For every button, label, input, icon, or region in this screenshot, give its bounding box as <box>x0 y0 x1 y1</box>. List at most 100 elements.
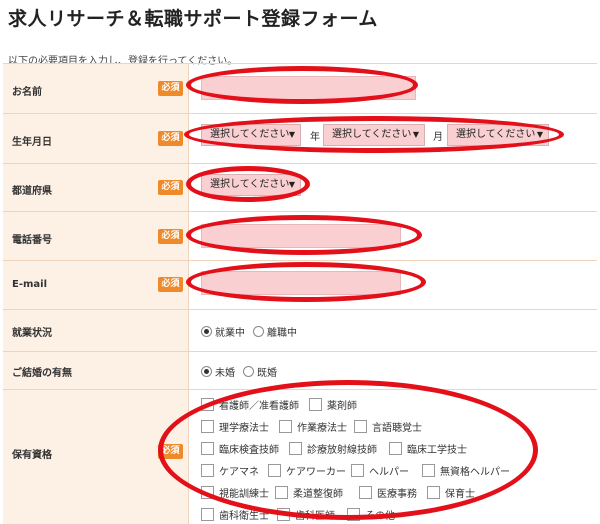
checkbox-label: 言語聴覚士 <box>372 423 422 434</box>
checkbox-label: 理学療法士 <box>219 423 269 434</box>
birth-year-select[interactable]: 選択してください ▼ <box>201 124 301 146</box>
checkbox-speech-therapist[interactable]: 言語聴覚士 <box>354 419 422 434</box>
checkbox-label: 視能訓練士 <box>219 489 269 500</box>
checkbox-occupational-therapist[interactable]: 作業療法士 <box>279 419 347 434</box>
checkbox-other[interactable]: その他 <box>347 507 395 522</box>
label-cell-email: E-mail 必須 <box>3 261 189 309</box>
label-marital: ご結婚の有無 <box>12 368 72 379</box>
checkbox-medical-clerk[interactable]: 医療事務 <box>359 485 417 500</box>
checkbox-label: 無資格ヘルパー <box>440 467 510 478</box>
checkbox-icon <box>389 442 402 455</box>
checkbox-label: 医療事務 <box>377 489 417 500</box>
birth-month-select[interactable]: 選択してください ▼ <box>323 124 425 146</box>
checkbox-physical-therapist[interactable]: 理学療法士 <box>201 419 269 434</box>
checkbox-icon <box>279 420 292 433</box>
label-cell-name: お名前 必須 <box>3 64 189 113</box>
unit-month: 月 <box>433 132 443 143</box>
prefecture-select[interactable]: 選択してください ▼ <box>201 174 301 196</box>
checkbox-label: 保育士 <box>445 489 475 500</box>
checkbox-unlicensed-helper[interactable]: 無資格ヘルパー <box>422 463 510 478</box>
label-name: お名前 <box>12 87 42 98</box>
checkbox-label: 臨床工学技士 <box>407 445 467 456</box>
radio-employed[interactable]: 就業中 <box>201 324 245 339</box>
checkbox-icon <box>201 420 214 433</box>
phone-input[interactable] <box>201 224 401 248</box>
required-badge: 必須 <box>158 229 183 244</box>
row-marital: ご結婚の有無 未婚 既婚 <box>3 352 597 390</box>
checkbox-judo-therapist[interactable]: 柔道整復師 <box>275 485 343 500</box>
label-prefecture: 都道府県 <box>12 186 52 197</box>
page-title: 求人リサーチ＆転職サポート登録フォーム <box>8 8 378 30</box>
checkbox-label: ヘルパー <box>369 467 409 478</box>
field-cell-marital: 未婚 既婚 <box>189 352 597 389</box>
checkbox-icon <box>277 508 290 521</box>
dropdown-arrow-icon: ▼ <box>288 180 295 189</box>
row-prefecture: 都道府県 必須 選択してください ▼ <box>3 164 597 212</box>
label-qualifications: 保有資格 <box>12 450 52 461</box>
radio-label: 離職中 <box>267 328 297 339</box>
radio-married[interactable]: 既婚 <box>243 364 277 379</box>
dropdown-arrow-icon: ▼ <box>288 130 295 139</box>
label-cell-qualifications: 保有資格 必須 <box>3 390 189 524</box>
required-badge: 必須 <box>158 131 183 146</box>
label-cell-marital: ご結婚の有無 <box>3 352 189 389</box>
checkbox-dental-hygienist[interactable]: 歯科衛生士 <box>201 507 269 522</box>
label-phone: 電話番号 <box>12 235 52 246</box>
field-cell-prefecture: 選択してください ▼ <box>189 164 597 211</box>
checkbox-radiologic-technologist[interactable]: 診療放射線技師 <box>289 441 377 456</box>
checkbox-icon <box>201 442 214 455</box>
row-phone: 電話番号 必須 <box>3 212 597 261</box>
radio-label: 就業中 <box>215 328 245 339</box>
checkbox-icon <box>359 486 372 499</box>
checkbox-care-worker[interactable]: ケアワーカー <box>268 463 346 478</box>
label-cell-employment: 就業状況 <box>3 310 189 351</box>
radio-unemployed[interactable]: 離職中 <box>253 324 297 339</box>
dropdown-arrow-icon: ▼ <box>536 130 543 139</box>
checkbox-label: 薬剤師 <box>327 401 357 412</box>
checkbox-label: 歯科衛生士 <box>219 511 269 522</box>
label-cell-phone: 電話番号 必須 <box>3 212 189 260</box>
birth-month-value: 選択してください <box>332 129 412 140</box>
checkbox-childcare-worker[interactable]: 保育士 <box>427 485 475 500</box>
prefecture-value: 選択してください <box>210 179 290 190</box>
label-birthdate: 生年月日 <box>12 137 52 148</box>
radio-button-icon <box>253 326 264 337</box>
checkbox-pharmacist[interactable]: 薬剤師 <box>309 397 357 412</box>
required-badge: 必須 <box>158 444 183 459</box>
checkbox-icon <box>268 464 281 477</box>
checkbox-label: 診療放射線技師 <box>307 445 377 456</box>
checkbox-nurse[interactable]: 看護師／准看護師 <box>201 397 299 412</box>
checkbox-icon <box>351 464 364 477</box>
field-cell-birthdate: 選択してください ▼ 年 選択してください ▼ 月 選択してください ▼ <box>189 114 597 163</box>
birth-day-value: 選択してください <box>456 129 536 140</box>
required-badge: 必須 <box>158 81 183 96</box>
checkbox-icon <box>347 508 360 521</box>
dropdown-arrow-icon: ▼ <box>412 130 419 139</box>
registration-form: お名前 必須 生年月日 必須 選択してください ▼ 年 選択してください ▼ 月… <box>3 63 597 524</box>
checkbox-lab-technician[interactable]: 臨床検査技師 <box>201 441 279 456</box>
checkbox-icon <box>201 486 214 499</box>
field-cell-employment: 就業中 離職中 <box>189 310 597 351</box>
checkbox-icon <box>354 420 367 433</box>
checkbox-care-manager[interactable]: ケアマネ <box>201 463 259 478</box>
checkbox-icon <box>201 464 214 477</box>
checkbox-label: 作業療法士 <box>297 423 347 434</box>
checkbox-label: 臨床検査技師 <box>219 445 279 456</box>
email-input[interactable] <box>201 271 401 295</box>
row-email: E-mail 必須 <box>3 261 597 310</box>
checkbox-clinical-engineer[interactable]: 臨床工学技士 <box>389 441 467 456</box>
checkbox-icon <box>201 398 214 411</box>
radio-button-icon <box>201 326 212 337</box>
birth-day-select[interactable]: 選択してください ▼ <box>447 124 549 146</box>
row-qualifications: 保有資格 必須 看護師／准看護師 薬剤師 理学療法士 作業療法士 言語聴覚士 臨… <box>3 390 597 524</box>
name-input[interactable] <box>201 76 416 100</box>
checkbox-orthoptist[interactable]: 視能訓練士 <box>201 485 269 500</box>
label-employment: 就業状況 <box>12 328 52 339</box>
checkbox-dentist[interactable]: 歯科医師 <box>277 507 335 522</box>
row-birthdate: 生年月日 必須 選択してください ▼ 年 選択してください ▼ 月 選択してくだ… <box>3 114 597 164</box>
label-email: E-mail <box>12 279 48 290</box>
unit-year: 年 <box>310 132 320 143</box>
checkbox-label: ケアワーカー <box>286 467 346 478</box>
checkbox-helper[interactable]: ヘルパー <box>351 463 409 478</box>
radio-single[interactable]: 未婚 <box>201 364 235 379</box>
